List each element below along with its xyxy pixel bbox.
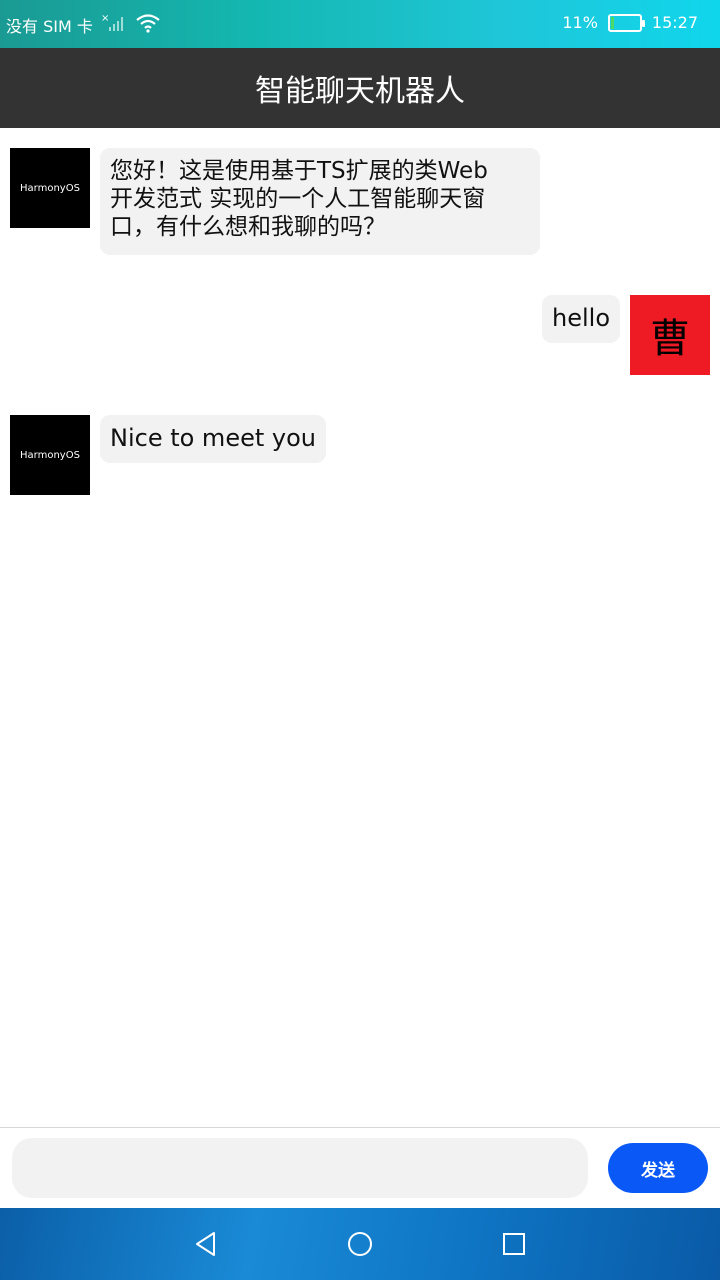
svg-text:×: × xyxy=(101,13,109,24)
chat-list[interactable]: HarmonyOS 您好！这是使用基于TS扩展的类Web 开发范式 实现的一个人… xyxy=(0,128,720,1128)
battery-level xyxy=(610,16,614,29)
navigation-bar xyxy=(0,1208,720,1280)
message-line: 您好！这是使用基于TS扩展的类Web xyxy=(110,158,488,184)
message-text: Nice to meet you xyxy=(110,424,316,452)
battery-icon xyxy=(607,13,645,32)
bot-avatar: HarmonyOS xyxy=(10,148,90,228)
title-bar: 智能聊天机器人 xyxy=(0,48,720,128)
battery-percent: 11% xyxy=(562,13,598,32)
message-text: hello xyxy=(552,304,610,332)
user-avatar: 曹 xyxy=(630,295,710,375)
bot-avatar: HarmonyOS xyxy=(10,415,90,495)
message-bubble[interactable]: Nice to meet you xyxy=(100,415,326,463)
message-row-bot: HarmonyOS Nice to meet you xyxy=(0,415,720,495)
send-button[interactable]: 发送 xyxy=(608,1143,708,1193)
signal-icon: × xyxy=(101,13,127,37)
composer: 发送 xyxy=(0,1127,720,1208)
message-bubble[interactable]: 您好！这是使用基于TS扩展的类Web 开发范式 实现的一个人工智能聊天窗 口，有… xyxy=(100,148,540,255)
message-input[interactable] xyxy=(12,1138,588,1198)
home-circle-icon[interactable] xyxy=(342,1226,378,1262)
status-left: 没有 SIM 卡 × xyxy=(6,13,161,37)
page-title: 智能聊天机器人 xyxy=(255,74,465,109)
message-row-bot: HarmonyOS 您好！这是使用基于TS扩展的类Web 开发范式 实现的一个人… xyxy=(0,148,720,258)
clock: 15:27 xyxy=(651,13,698,32)
message-row-user: hello 曹 xyxy=(0,295,720,375)
recents-square-icon[interactable] xyxy=(496,1226,532,1262)
status-right: 11% 15:27 xyxy=(562,13,698,32)
harmonyos-logo: HarmonyOS xyxy=(20,449,80,461)
back-triangle-icon[interactable] xyxy=(188,1226,224,1262)
message-line: 开发范式 实现的一个人工智能聊天窗 xyxy=(110,186,486,212)
status-bar: 没有 SIM 卡 × 11% 15:27 xyxy=(0,0,720,48)
harmonyos-logo: HarmonyOS xyxy=(20,182,80,194)
wifi-icon xyxy=(135,13,161,37)
message-line: 口，有什么想和我聊的吗？ xyxy=(110,214,386,240)
user-avatar-label: 曹 xyxy=(650,316,690,362)
carrier-text: 没有 SIM 卡 xyxy=(6,17,93,36)
message-bubble[interactable]: hello xyxy=(542,295,620,343)
